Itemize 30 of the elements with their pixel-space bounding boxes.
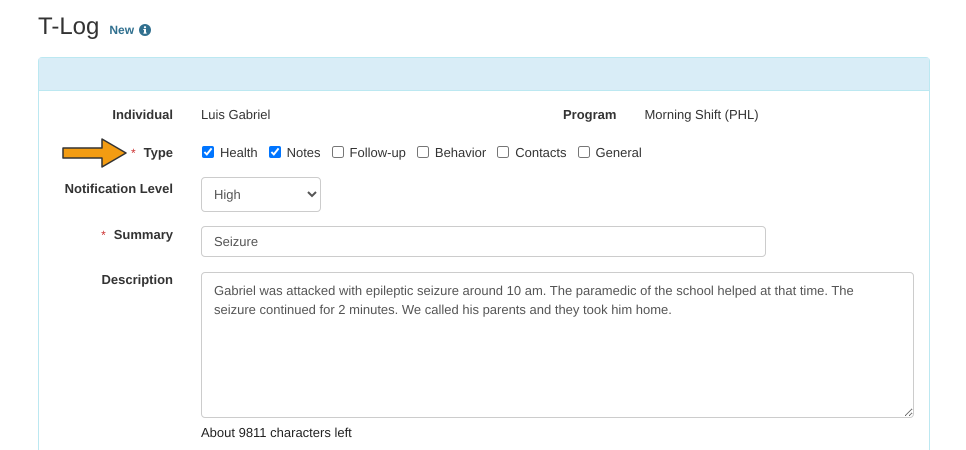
select-field[interactable]: High — [201, 177, 321, 212]
checkbox[interactable] — [332, 146, 344, 158]
checkbox[interactable] — [416, 146, 429, 158]
text-area[interactable]: Gabriel was attacked with epileptic seizure around 10 am. The paramedic of the school helped at that time. The seizure continued for 2 minutes. We called his parents and they took him home. — [201, 272, 914, 418]
checkbox[interactable] — [497, 146, 510, 158]
checkbox-label[interactable]: Follow-up — [350, 144, 406, 160]
field-label: Individual — [112, 106, 173, 122]
required-asterisk: * — [101, 228, 106, 242]
new-label: New — [109, 23, 134, 37]
checkbox-label[interactable]: Health — [220, 144, 258, 160]
field-label: Description — [101, 272, 173, 287]
checkbox-label[interactable]: Notes — [286, 144, 321, 160]
field-label: Program — [563, 106, 616, 122]
checkbox-label[interactable]: Behavior — [434, 144, 486, 160]
checkbox-label[interactable]: General — [596, 144, 642, 160]
field-label: Notification Level — [64, 181, 173, 196]
field-value: Luis Gabriel — [201, 106, 272, 122]
character-counter: About 9811 characters left — [201, 425, 353, 440]
arrow-icon — [62, 138, 128, 168]
field-label: Summary — [114, 227, 173, 242]
checkbox-label[interactable]: Contacts — [515, 144, 567, 160]
checkbox[interactable] — [268, 146, 281, 158]
required-asterisk: * — [130, 146, 136, 160]
checkbox[interactable] — [202, 146, 214, 158]
page-title: T-Log — [38, 13, 100, 41]
field-value: Morning Shift (PHL) — [644, 106, 760, 122]
input-field[interactable]: Seizure — [201, 226, 766, 257]
field-label: Type — [144, 144, 173, 160]
checkbox[interactable] — [578, 146, 590, 158]
info-icon — [139, 24, 152, 36]
